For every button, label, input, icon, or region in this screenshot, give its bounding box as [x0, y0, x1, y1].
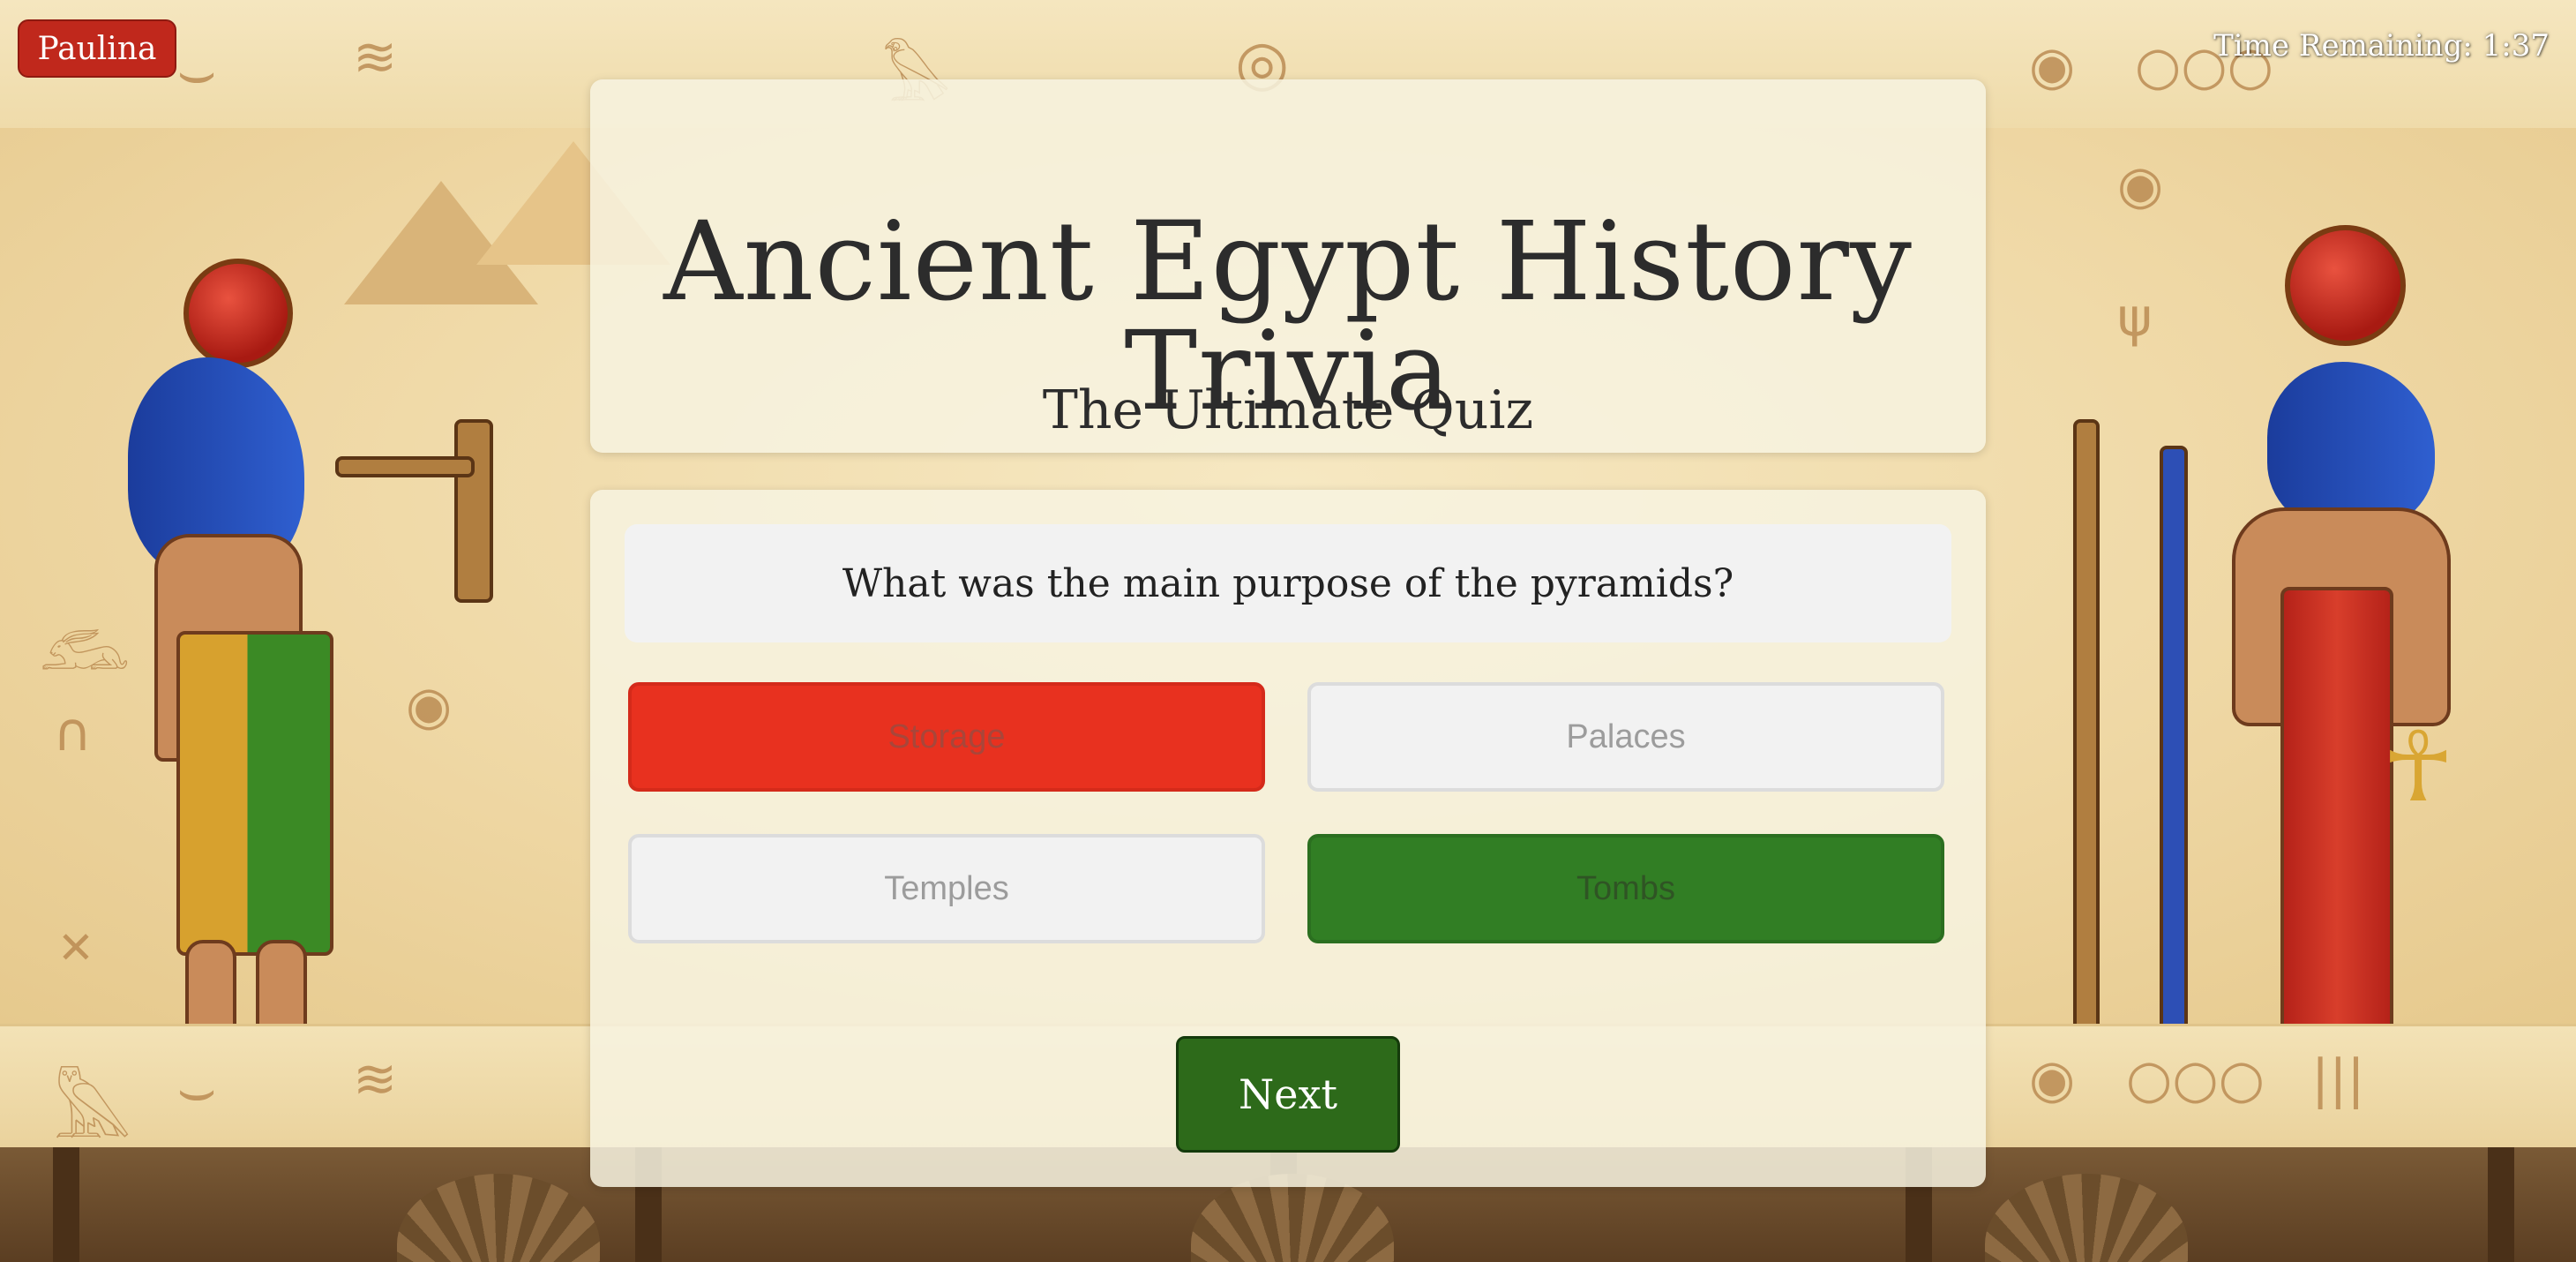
eye-glyph-bottom-icon: ◉	[2029, 1048, 2076, 1110]
lotus-fan-icon	[1191, 1174, 1394, 1262]
ankh-icon: ☥	[2382, 710, 2455, 823]
cross-glyph-icon: ✕	[57, 922, 94, 973]
user-badge[interactable]: Paulina	[18, 19, 176, 78]
arch-glyph-icon: ∩	[53, 702, 92, 763]
thoth-kilt	[176, 631, 333, 956]
eye-glyph-wall-icon: ◉	[2117, 154, 2164, 216]
answer-storage-button[interactable]: Storage	[628, 682, 1265, 792]
sun-disc-left-icon	[183, 259, 293, 368]
answer-tombs-button[interactable]: Tombs	[1307, 834, 1944, 943]
eye-glyph-left-icon: ◉	[406, 675, 453, 737]
heron-glyph-icon: 𓅓	[53, 1071, 132, 1153]
lotus-fan-icon	[397, 1174, 600, 1262]
page-subtitle: The Ultimate Quiz	[1042, 379, 1534, 441]
question-text: What was the main purpose of the pyramid…	[625, 524, 1951, 642]
water-glyph-icon: ≋	[353, 26, 398, 88]
floor-post	[2488, 1147, 2514, 1262]
answer-palaces-button[interactable]: Palaces	[1307, 682, 1944, 792]
title-panel: Ancient Egypt History Trivia The Ultimat…	[590, 79, 1986, 453]
boat-glyph-bottom-icon: ⌣	[176, 1053, 218, 1125]
boat-glyph-icon: ⌣	[176, 35, 218, 108]
water-glyph-bottom-icon: ≋	[353, 1048, 398, 1110]
floor-post	[53, 1147, 79, 1262]
lotus-fan-icon	[1985, 1174, 2188, 1262]
bars-glyph-icon: |||	[2311, 1048, 2365, 1110]
reed-glyph-icon: ψ	[2117, 287, 2153, 349]
reed-pen-icon	[335, 456, 475, 477]
rabbit-glyph-icon: 𓃹	[40, 612, 131, 684]
time-remaining: Time Remaining: 1:37	[2213, 28, 2550, 64]
answer-temples-button[interactable]: Temples	[628, 834, 1265, 943]
sun-disc-right-icon	[2285, 225, 2406, 346]
next-button[interactable]: Next	[1176, 1036, 1400, 1153]
scribe-palette-icon	[454, 419, 493, 603]
circles-glyph-bottom-icon: ○○○	[2126, 1048, 2265, 1110]
isis-headdress	[2267, 362, 2435, 530]
eye-glyph-right-icon: ◉	[2029, 35, 2076, 97]
